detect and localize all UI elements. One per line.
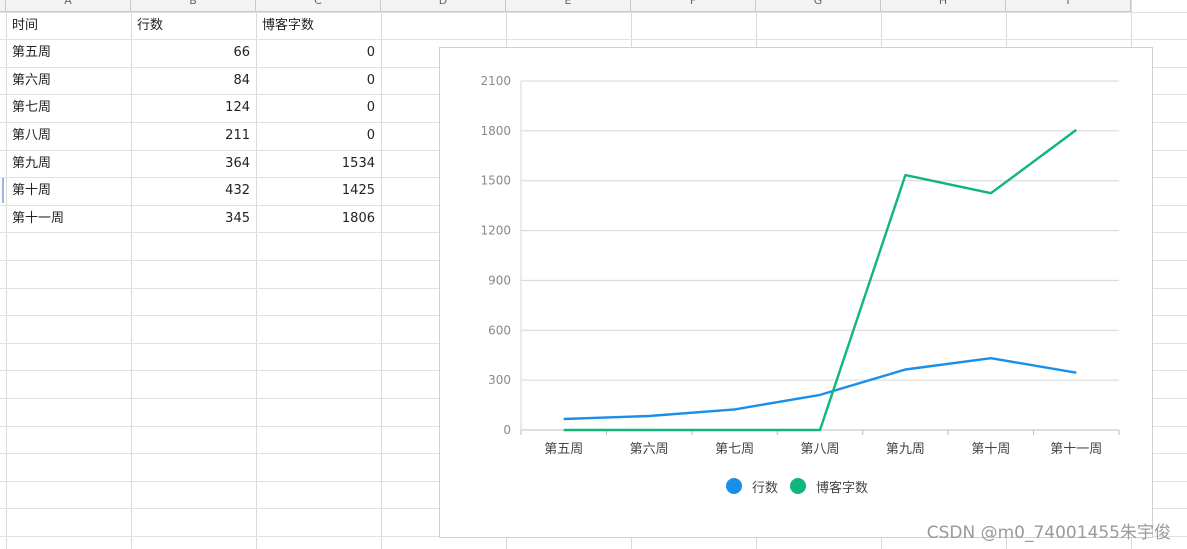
column-header-g[interactable]: G (756, 0, 881, 12)
table-cell[interactable]: 第五周 (6, 39, 131, 66)
column-header-h[interactable]: H (881, 0, 1006, 12)
line-chart[interactable]: 0 300 600 900 1200 1500 1800 2100 第五周 第六周 第七周 第八周 第九… (439, 47, 1153, 538)
legend-label: 博客字数 (816, 480, 869, 496)
column-header-e[interactable]: E (506, 0, 631, 12)
table-cell[interactable]: 364 (131, 150, 256, 177)
watermark: CSDN @m0_74001455朱宇俊 (926, 523, 1171, 543)
row-selection-marker (2, 178, 4, 203)
x-tick-label: 第五周 (544, 442, 583, 457)
table-cell[interactable]: 0 (256, 122, 381, 149)
table-cell[interactable]: 0 (256, 67, 381, 94)
y-tick-label: 1800 (480, 124, 511, 138)
data-point[interactable] (646, 427, 652, 433)
x-tick-label: 第八周 (800, 442, 839, 457)
select-all-corner[interactable] (0, 0, 6, 12)
table-cell[interactable]: 66 (131, 39, 256, 66)
column-header-f[interactable]: F (631, 0, 756, 12)
chart-legend: 行数 博客字数 (440, 476, 1154, 496)
table-header-cell[interactable]: 时间 (6, 12, 131, 39)
table-cell[interactable]: 432 (131, 177, 256, 204)
data-point[interactable] (988, 355, 994, 361)
data-point[interactable] (646, 413, 652, 419)
column-header-d[interactable]: D (381, 0, 506, 12)
table-header-cell[interactable]: 行数 (131, 12, 256, 39)
legend-item[interactable]: 行数 (725, 477, 778, 496)
data-point[interactable] (732, 427, 738, 433)
x-tick-label: 第七周 (715, 442, 754, 457)
data-point[interactable] (902, 367, 908, 373)
table-cell[interactable]: 211 (131, 122, 256, 149)
table-header-cell[interactable]: 博客字数 (256, 12, 381, 39)
table-cell[interactable]: 第八周 (6, 122, 131, 149)
table-cell[interactable]: 第十一周 (6, 205, 131, 232)
table-cell[interactable]: 1425 (256, 177, 381, 204)
data-point[interactable] (1073, 370, 1079, 376)
table-cell[interactable]: 1806 (256, 205, 381, 232)
table-cell[interactable]: 1534 (256, 150, 381, 177)
table-cell[interactable]: 0 (256, 39, 381, 66)
data-point[interactable] (561, 427, 567, 433)
column-header-a[interactable]: A (6, 0, 131, 12)
y-tick-label: 600 (488, 323, 511, 337)
data-point[interactable] (1073, 127, 1079, 133)
legend-item[interactable]: 博客字数 (790, 477, 868, 496)
table-cell[interactable]: 124 (131, 94, 256, 121)
data-point[interactable] (732, 406, 738, 412)
data-point[interactable] (902, 172, 908, 178)
data-point[interactable] (817, 392, 823, 398)
table-cell[interactable]: 第十周 (6, 177, 131, 204)
legend-marker (725, 478, 742, 494)
legend-marker (790, 478, 806, 494)
legend-label: 行数 (751, 480, 778, 496)
y-tick-label: 1500 (480, 174, 511, 188)
table-cell[interactable]: 第六周 (6, 67, 131, 94)
column-header-b[interactable]: B (131, 0, 256, 12)
y-tick-label: 900 (488, 273, 511, 287)
y-tick-label: 1200 (480, 224, 511, 238)
table-cell[interactable]: 0 (256, 94, 381, 121)
series-line-0[interactable] (563, 357, 1077, 421)
y-tick-label: 0 (503, 423, 511, 437)
x-tick-label: 第十一周 (1050, 442, 1102, 457)
data-point[interactable] (561, 416, 567, 422)
data-point[interactable] (817, 427, 823, 433)
table-cell[interactable]: 第九周 (6, 150, 131, 177)
y-tick-label: 2100 (480, 74, 511, 88)
x-tick-label: 第六周 (630, 442, 669, 457)
table-cell[interactable]: 345 (131, 205, 256, 232)
y-tick-label: 300 (488, 373, 511, 387)
chart-plot: 0 300 600 900 1200 1500 1800 2100 第五周 第六周 第七周 第八周 第九… (480, 74, 1120, 457)
x-tick-label: 第十周 (971, 442, 1010, 457)
x-tick-label: 第九周 (886, 442, 925, 457)
data-point[interactable] (988, 190, 994, 196)
column-header-c[interactable]: C (256, 0, 381, 12)
column-header-i[interactable]: I (1006, 0, 1131, 12)
table-cell[interactable]: 84 (131, 67, 256, 94)
table-cell[interactable]: 第七周 (6, 94, 131, 121)
